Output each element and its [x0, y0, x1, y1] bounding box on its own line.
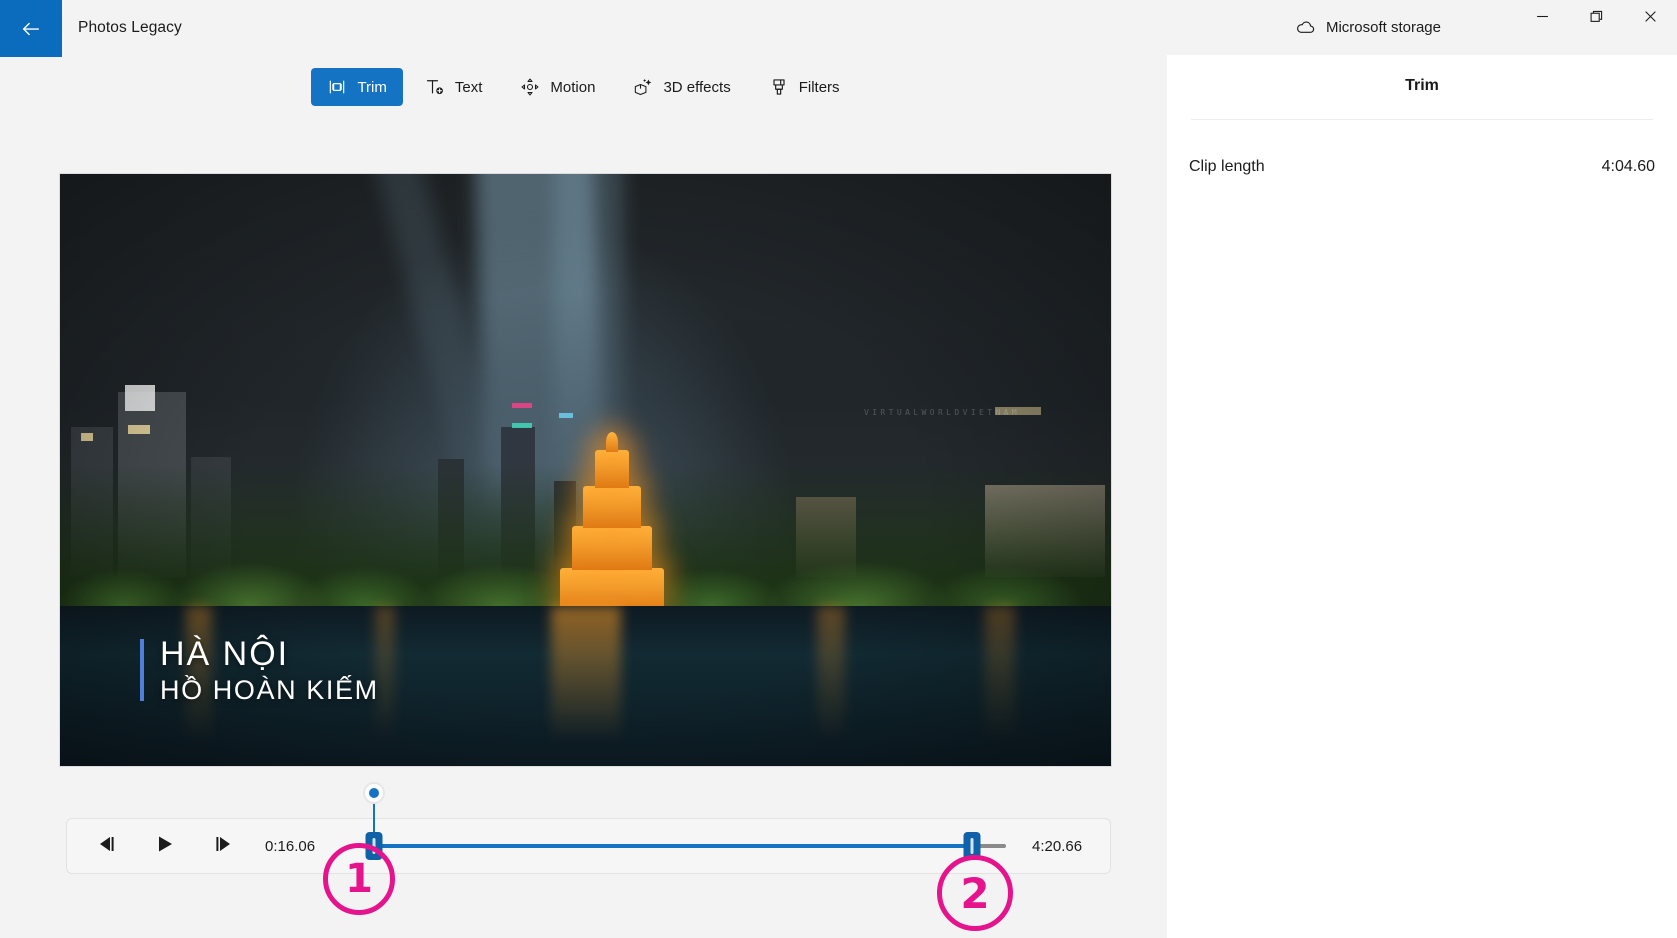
video-watermark: VIRTUALWORLDVIETNAM — [864, 407, 1021, 417]
back-button[interactable] — [0, 0, 62, 57]
panel-title: Trim — [1405, 77, 1439, 94]
tab-motion[interactable]: Motion — [504, 68, 611, 106]
end-time-label: 4:20.66 — [1032, 837, 1083, 855]
back-arrow-icon — [20, 18, 42, 40]
trim-end-handle[interactable] — [963, 832, 981, 860]
text-icon — [425, 77, 445, 97]
close-icon — [1644, 10, 1657, 28]
video-caption: HÀ NỘI HỒ HOÀN KIẾM — [140, 637, 379, 706]
editor-stage: VIRTUALWORLDVIETNAM HÀ NỘI HỒ HOÀN KIẾM — [0, 110, 1167, 938]
cloud-icon — [1295, 17, 1316, 38]
tab-filters[interactable]: Filters — [753, 68, 856, 106]
title-bar: Photos Legacy Microsoft storage — [0, 0, 1677, 57]
window-controls — [1515, 0, 1677, 46]
trim-start-playhead[interactable] — [362, 782, 385, 804]
photos-legacy-window: Photos Legacy Microsoft storage Trim Tex… — [0, 0, 1677, 938]
panel-divider — [1191, 119, 1653, 120]
microsoft-storage-label: Microsoft storage — [1325, 19, 1441, 36]
play-button[interactable] — [143, 826, 187, 866]
caption-main-text: HÀ NỘI — [160, 635, 290, 674]
play-icon — [155, 834, 175, 859]
trim-selected-range[interactable] — [373, 844, 973, 848]
app-title: Photos Legacy — [78, 19, 182, 36]
trim-start-handle[interactable] — [365, 832, 383, 860]
tab-filters-label: Filters — [798, 78, 840, 96]
video-preview[interactable]: VIRTUALWORLDVIETNAM HÀ NỘI HỒ HOÀN KIẾM — [59, 173, 1112, 767]
tab-motion-label: Motion — [550, 78, 596, 96]
close-button[interactable] — [1623, 0, 1677, 38]
tab-text-label: Text — [454, 78, 483, 96]
restore-icon — [1590, 10, 1603, 28]
tab-3d-effects-label: 3D effects — [663, 78, 731, 96]
caption-accent-bar — [140, 639, 144, 702]
clip-length-row: Clip length 4:04.60 — [1189, 158, 1655, 176]
trim-properties-panel: Trim Clip length 4:04.60 — [1167, 55, 1677, 938]
next-frame-button[interactable] — [201, 826, 245, 866]
minimize-button[interactable] — [1515, 0, 1569, 38]
trim-icon — [327, 77, 347, 97]
previous-frame-icon — [97, 835, 117, 858]
minimize-icon — [1536, 10, 1549, 28]
tab-trim-label: Trim — [357, 78, 387, 96]
tab-3d-effects[interactable]: 3D effects — [617, 68, 746, 106]
current-time-label: 0:16.06 — [265, 837, 316, 855]
3d-effects-icon — [633, 77, 653, 97]
tab-trim[interactable]: Trim — [311, 68, 403, 106]
restore-button[interactable] — [1569, 0, 1623, 38]
microsoft-storage-button[interactable]: Microsoft storage — [1295, 17, 1441, 38]
tab-text[interactable]: Text — [409, 68, 499, 106]
clip-length-value: 4:04.60 — [1601, 158, 1655, 175]
playback-transport-bar: 0:16.06 4:20.66 — [66, 782, 1111, 874]
editor-tab-strip: Trim Text Motion 3D effects Filters — [0, 66, 1167, 108]
previous-frame-button[interactable] — [85, 826, 129, 866]
motion-icon — [520, 77, 540, 97]
filters-icon — [769, 77, 789, 97]
next-frame-icon — [213, 835, 233, 858]
clip-length-label: Clip length — [1189, 158, 1265, 175]
trim-slider[interactable] — [349, 782, 1006, 866]
caption-sub-text: HỒ HOÀN KIẾM — [160, 675, 379, 705]
